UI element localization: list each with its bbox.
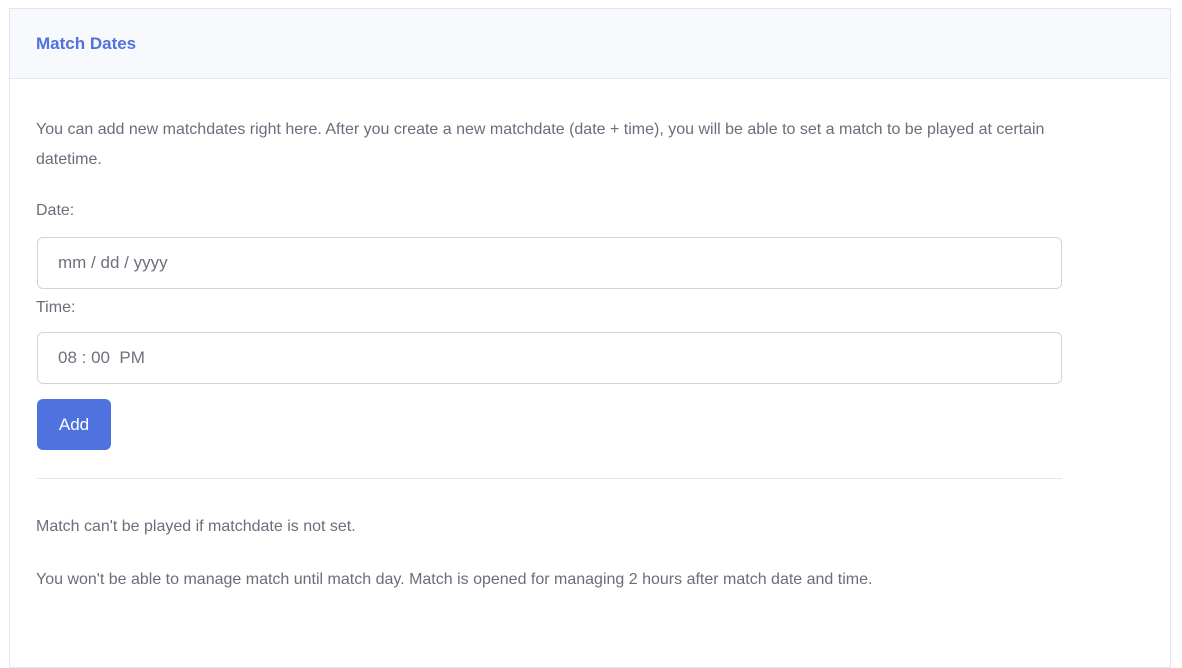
note-manage-timing: You won't be able to manage match until …: [36, 571, 873, 588]
date-input[interactable]: mm / dd / yyyy: [37, 237, 1062, 289]
card-header: Match Dates: [10, 9, 1170, 79]
time-label: Time:: [36, 299, 76, 316]
time-input-value: 08 : 00 PM: [58, 348, 145, 367]
note-matchdate-required: Match can't be played if matchdate is no…: [36, 518, 356, 535]
date-label: Date:: [36, 202, 75, 219]
divider: [37, 478, 1062, 479]
time-input[interactable]: 08 : 00 PM: [37, 332, 1062, 384]
add-button[interactable]: Add: [37, 399, 111, 450]
date-input-value: mm / dd / yyyy: [58, 253, 168, 272]
intro-text: You can add new matchdates right here. A…: [36, 121, 1045, 168]
match-dates-card: Match Dates You can add new matchdates r…: [9, 8, 1171, 668]
card-title: Match Dates: [36, 33, 137, 53]
